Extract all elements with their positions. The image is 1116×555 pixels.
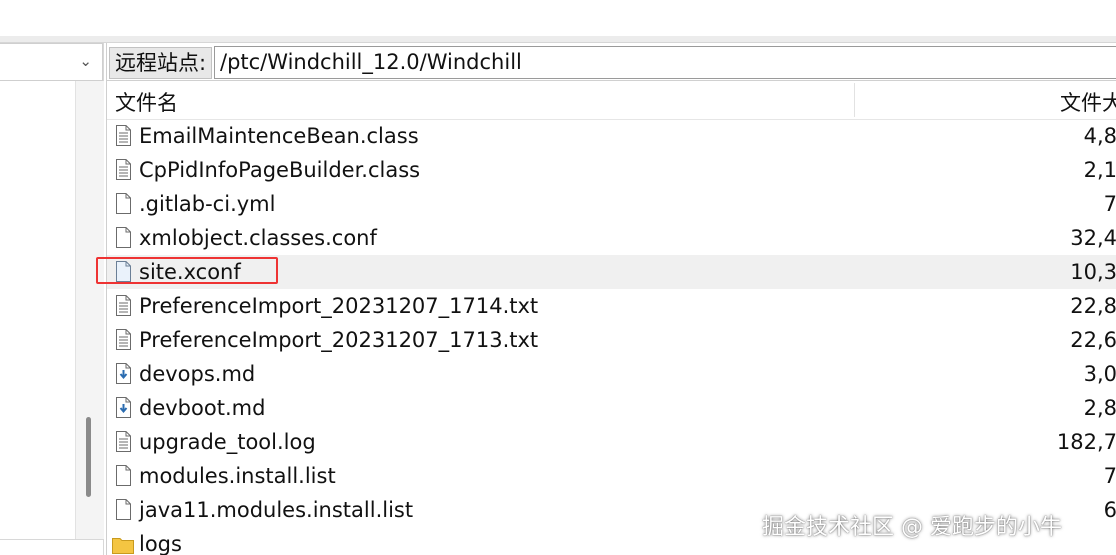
file-name: upgrade_tool.log xyxy=(139,430,316,454)
remote-file-list: EmailMaintenceBean.class 4,8 CpPidInfoPage… xyxy=(107,119,1116,555)
column-header-filename[interactable]: 文件名 xyxy=(115,87,178,117)
blank-file-icon xyxy=(116,193,131,214)
markdown-file-icon xyxy=(116,397,131,418)
file-size: 22,8 xyxy=(1070,294,1116,318)
chevron-down-icon[interactable]: ⌄ xyxy=(79,52,92,70)
file-row[interactable]: xmlobject.classes.conf 32,4 xyxy=(107,221,1116,255)
file-name: devops.md xyxy=(139,362,256,386)
remote-pane: 远程站点: /ptc/Windchill_12.0/Windchill 文件名 … xyxy=(106,43,1116,555)
file-size: 7 xyxy=(1103,192,1116,216)
file-row[interactable]: upgrade_tool.log 182,7 xyxy=(107,425,1116,459)
column-divider[interactable] xyxy=(854,83,855,117)
text-file-icon xyxy=(116,295,131,316)
file-size: 2,8 xyxy=(1083,396,1116,420)
local-pane-divider xyxy=(0,539,103,540)
blank-file-icon xyxy=(116,465,131,486)
local-pane: ⌄ xyxy=(0,43,104,555)
file-size: 10,3 xyxy=(1070,260,1116,284)
file-name: devboot.md xyxy=(139,396,266,420)
remote-site-label: 远程站点: xyxy=(109,47,213,79)
remote-site-path-input[interactable]: /ptc/Windchill_12.0/Windchill xyxy=(214,46,1116,79)
text-file-icon xyxy=(116,431,131,452)
file-size: 4,8 xyxy=(1083,124,1116,148)
watermark: 掘金技术社区 @ 爱跑步的小牛 xyxy=(762,515,1062,540)
local-scrollbar-thumb[interactable] xyxy=(86,417,91,497)
file-row[interactable]: CpPidInfoPageBuilder.class 2,1 xyxy=(107,153,1116,187)
local-scrollbar[interactable] xyxy=(75,81,104,539)
file-name: CpPidInfoPageBuilder.class xyxy=(139,158,421,182)
file-list-header: 文件名 文件大 xyxy=(107,81,1116,120)
folder-icon xyxy=(112,536,134,555)
file-name: xmlobject.classes.conf xyxy=(139,226,377,250)
annotation-highlight-box xyxy=(96,257,278,284)
file-name: logs xyxy=(139,532,182,555)
blank-file-icon xyxy=(116,227,131,248)
text-file-icon xyxy=(116,125,131,146)
file-size: 182,7 xyxy=(1056,430,1116,454)
file-name: PreferenceImport_20231207_1714.txt xyxy=(139,294,539,318)
blank-file-icon xyxy=(116,499,131,520)
file-name: EmailMaintenceBean.class xyxy=(139,124,419,148)
file-size: 2,1 xyxy=(1083,158,1116,182)
file-size: 3,0 xyxy=(1083,362,1116,386)
file-row[interactable]: PreferenceImport_20231207_1714.txt 22,8 xyxy=(107,289,1116,323)
column-header-filesize[interactable]: 文件大 xyxy=(1060,87,1116,117)
file-size: 32,4 xyxy=(1070,226,1116,250)
file-row[interactable]: PreferenceImport_20231207_1713.txt 22,6 xyxy=(107,323,1116,357)
file-name: modules.install.list xyxy=(139,464,336,488)
file-row[interactable]: devops.md 3,0 xyxy=(107,357,1116,391)
toolbar-divider xyxy=(0,36,1116,43)
remote-site-bar: 远程站点: /ptc/Windchill_12.0/Windchill xyxy=(107,43,1116,81)
file-name: java11.modules.install.list xyxy=(139,498,414,522)
file-row[interactable]: devboot.md 2,8 xyxy=(107,391,1116,425)
local-site-dropdown[interactable]: ⌄ xyxy=(0,43,103,81)
markdown-file-icon xyxy=(116,363,131,384)
file-row[interactable]: .gitlab-ci.yml 7 xyxy=(107,187,1116,221)
file-name: PreferenceImport_20231207_1713.txt xyxy=(139,328,539,352)
file-size: 7 xyxy=(1103,464,1116,488)
file-size: 22,6 xyxy=(1070,328,1116,352)
file-name: .gitlab-ci.yml xyxy=(139,192,276,216)
file-row[interactable]: EmailMaintenceBean.class 4,8 xyxy=(107,119,1116,153)
text-file-icon xyxy=(116,329,131,350)
top-strip xyxy=(0,0,1116,40)
text-file-icon xyxy=(116,159,131,180)
file-row[interactable]: modules.install.list 7 xyxy=(107,459,1116,493)
